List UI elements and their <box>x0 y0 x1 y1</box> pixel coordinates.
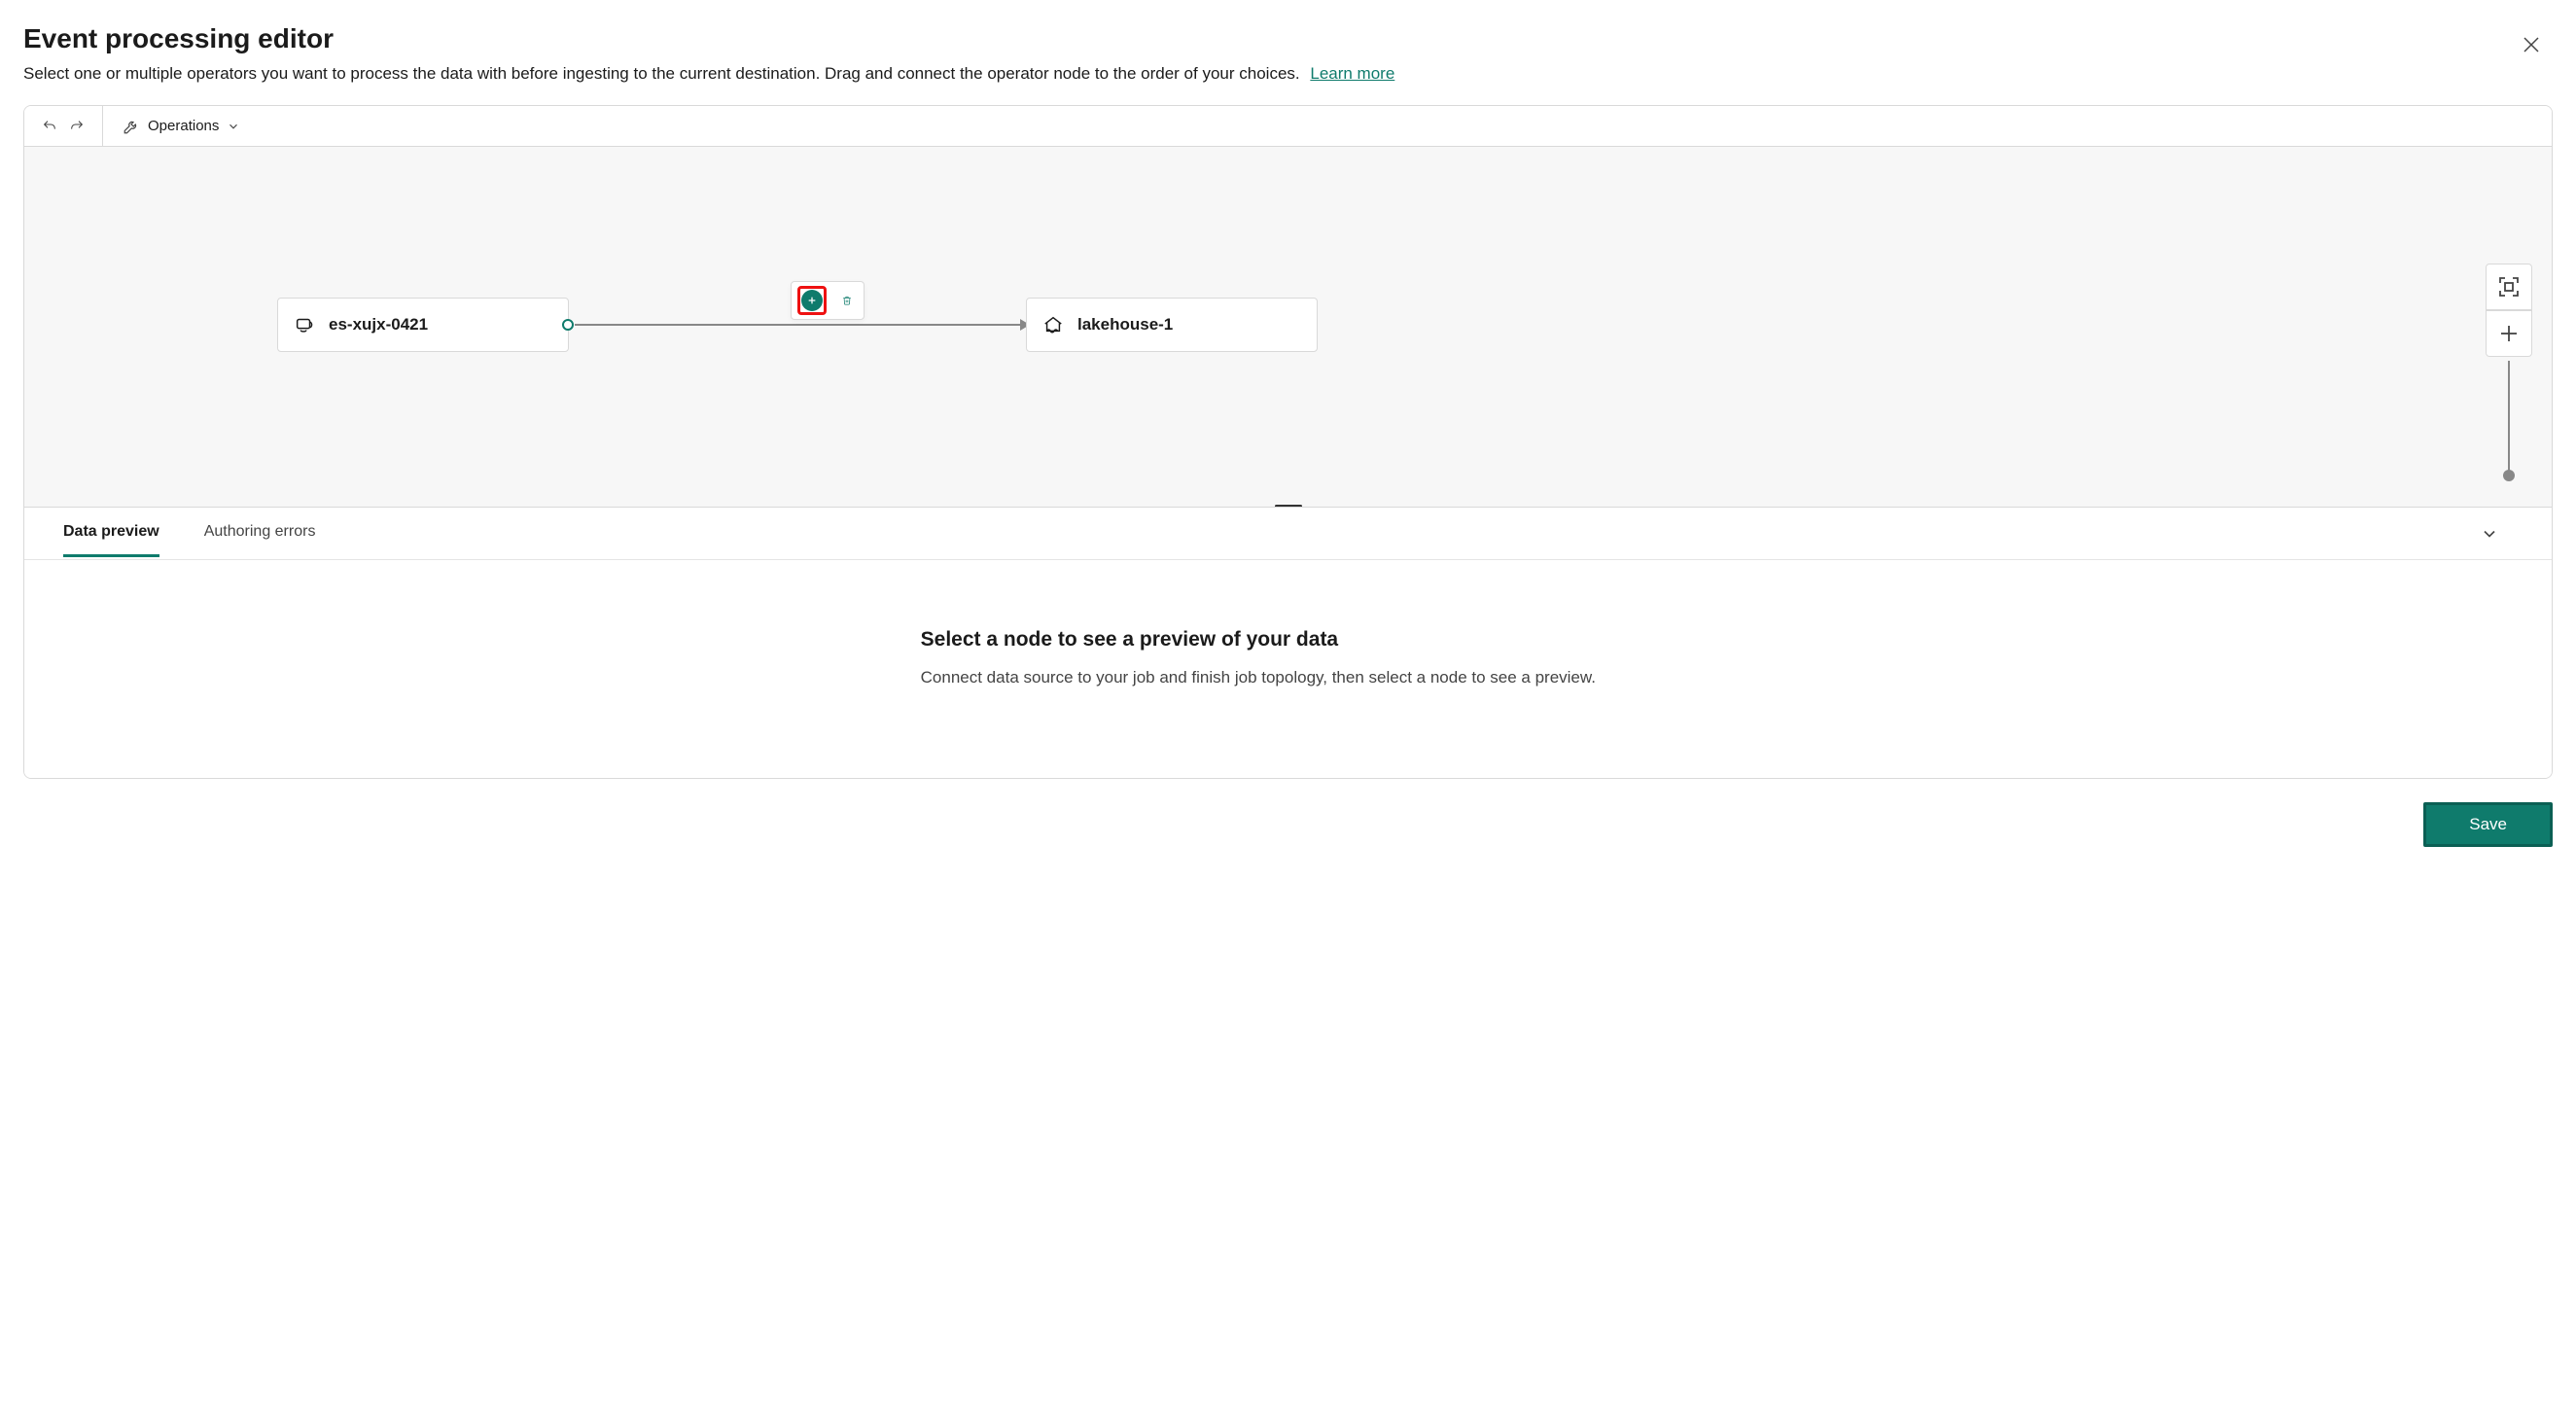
destination-node-label: lakehouse-1 <box>1077 315 1173 335</box>
zoom-slider-track[interactable] <box>2508 361 2510 477</box>
panel-splitter[interactable] <box>1275 505 1302 507</box>
footer: Save <box>23 779 2553 847</box>
chevron-down-icon <box>2480 524 2499 544</box>
operations-dropdown[interactable]: Operations <box>115 118 248 135</box>
history-segment <box>24 106 103 146</box>
tab-data-preview[interactable]: Data preview <box>63 510 159 557</box>
chevron-down-icon <box>227 120 240 133</box>
edge-action-popover <box>791 281 865 320</box>
event-processing-editor: Event processing editor Select one or mu… <box>23 23 2553 847</box>
edge[interactable] <box>575 324 1022 326</box>
redo-icon <box>69 117 85 136</box>
source-node[interactable]: es-xujx-0421 <box>277 298 569 352</box>
close-icon <box>2522 35 2541 54</box>
page-title: Event processing editor <box>23 23 2553 54</box>
zoom-slider-thumb[interactable] <box>2503 470 2515 481</box>
undo-icon <box>42 117 57 136</box>
operations-label: Operations <box>148 118 219 134</box>
undo-button[interactable] <box>36 113 63 140</box>
stream-source-icon <box>294 314 315 335</box>
page-subtitle: Select one or multiple operators you wan… <box>23 64 2553 84</box>
canvas-controls <box>2486 264 2532 481</box>
destination-node[interactable]: lakehouse-1 <box>1026 298 1318 352</box>
preview-empty-text: Connect data source to your job and fini… <box>921 665 1602 690</box>
lakehouse-icon <box>1042 314 1064 335</box>
toolbar: Operations <box>24 106 2552 147</box>
delete-edge-button[interactable] <box>836 290 858 311</box>
canvas[interactable]: es-xujx-0421 <box>24 147 2552 507</box>
redo-button[interactable] <box>63 113 90 140</box>
collapse-bottom-panel[interactable] <box>2474 518 2505 549</box>
workspace-frame: Operations es-xujx-0421 <box>23 105 2553 779</box>
plus-icon <box>807 295 817 306</box>
wrench-icon <box>123 118 140 135</box>
source-node-output-port[interactable] <box>562 319 574 331</box>
save-button[interactable]: Save <box>2423 802 2553 847</box>
add-operator-highlight <box>797 286 827 315</box>
trash-icon <box>842 292 852 309</box>
preview-empty-heading: Select a node to see a preview of your d… <box>921 628 1602 652</box>
bottom-tabs: Data preview Authoring errors <box>24 508 2552 560</box>
tab-authoring-errors[interactable]: Authoring errors <box>204 510 316 557</box>
close-button[interactable] <box>2514 27 2549 62</box>
add-operator-button[interactable] <box>801 290 823 311</box>
source-node-label: es-xujx-0421 <box>329 315 428 335</box>
plus-icon <box>2497 322 2521 345</box>
fit-screen-button[interactable] <box>2486 264 2532 310</box>
bottom-panel: Data preview Authoring errors Select a n… <box>24 507 2552 778</box>
data-preview-panel: Select a node to see a preview of your d… <box>24 560 2552 778</box>
learn-more-link[interactable]: Learn more <box>1310 64 1394 83</box>
subtitle-text: Select one or multiple operators you wan… <box>23 64 1300 83</box>
zoom-in-button[interactable] <box>2486 310 2532 357</box>
fit-screen-icon <box>2497 275 2521 299</box>
operations-segment: Operations <box>103 106 2552 146</box>
